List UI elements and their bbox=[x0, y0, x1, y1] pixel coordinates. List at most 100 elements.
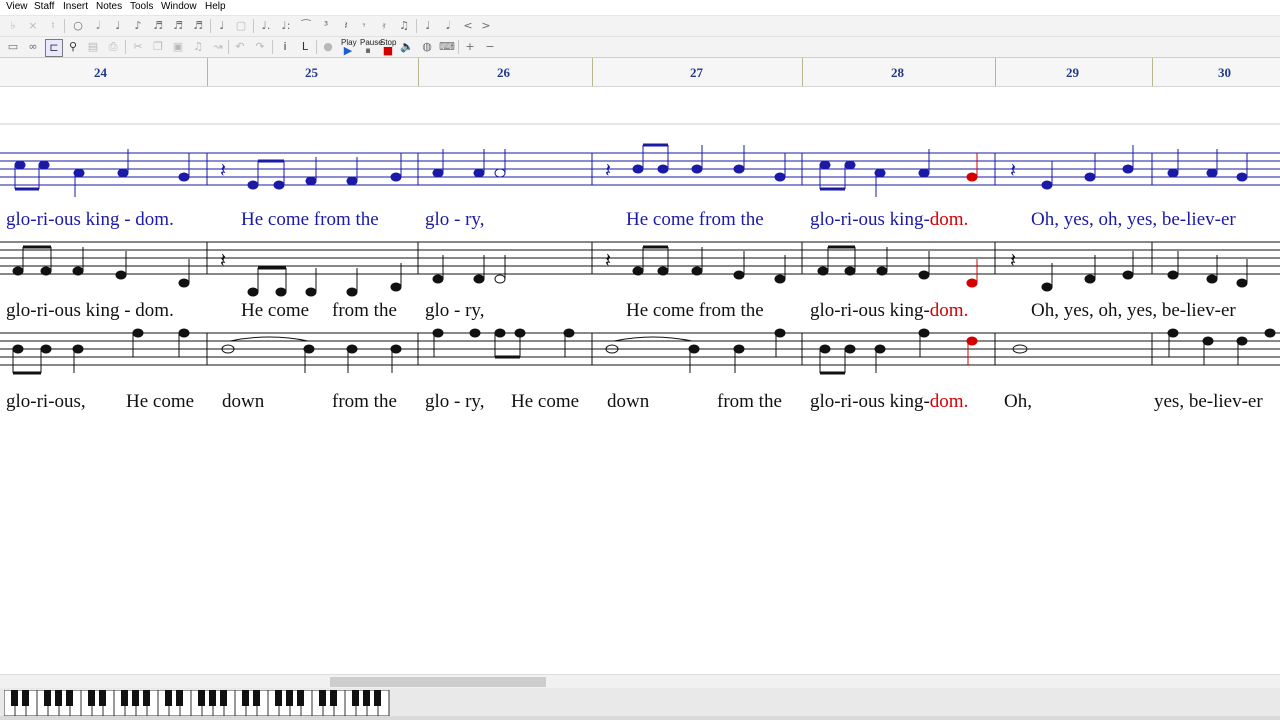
piano-black-key[interactable] bbox=[165, 690, 172, 706]
menu-insert[interactable]: Insert bbox=[63, 1, 88, 12]
piano-black-key[interactable] bbox=[66, 690, 73, 706]
lyric-syllables[interactable]: yes, be-liev-er bbox=[1154, 391, 1263, 413]
lyrics-icon[interactable]: L bbox=[297, 39, 313, 55]
piano-black-key[interactable] bbox=[297, 690, 304, 706]
rest-icon[interactable]: 𝄽 bbox=[338, 18, 354, 34]
measure-number[interactable]: 24 bbox=[94, 65, 107, 81]
measure-number[interactable]: 27 bbox=[690, 65, 703, 81]
play-icon[interactable]: ▶ bbox=[340, 43, 356, 59]
piano-black-key[interactable] bbox=[99, 690, 106, 706]
stem-down-icon[interactable]: 𝅘𝅥 bbox=[440, 18, 456, 34]
paste-icon[interactable]: ▣ bbox=[170, 39, 186, 55]
lyric-syllables[interactable]: glo - ry, bbox=[425, 300, 484, 322]
menu-tools[interactable]: Tools bbox=[130, 1, 153, 12]
menu-notes[interactable]: Notes bbox=[96, 1, 122, 12]
triplet-icon[interactable]: ³ bbox=[318, 18, 334, 34]
piano-black-key[interactable] bbox=[11, 690, 18, 706]
lyric-syllables[interactable]: glo-ri-ous king-dom. bbox=[810, 300, 968, 322]
eighth-rest-icon[interactable]: 𝄾 bbox=[356, 18, 372, 34]
piano-black-key[interactable] bbox=[319, 690, 326, 706]
natural-icon[interactable]: ♮ bbox=[45, 18, 61, 34]
zoom-in-icon[interactable]: + bbox=[462, 39, 478, 55]
quarter-note-icon[interactable]: ♩ bbox=[110, 18, 126, 34]
piano-black-key[interactable] bbox=[286, 690, 293, 706]
piano-black-key[interactable] bbox=[55, 690, 62, 706]
piano-black-key[interactable] bbox=[363, 690, 370, 706]
horizontal-scrollbar[interactable] bbox=[0, 674, 1280, 689]
measure-number[interactable]: 25 bbox=[305, 65, 318, 81]
decrescendo-icon[interactable]: > bbox=[478, 18, 494, 34]
blank-box-icon[interactable]: ▢ bbox=[233, 18, 249, 34]
piano-black-key[interactable] bbox=[242, 690, 249, 706]
half-note-icon[interactable]: 𝅗𝅥 bbox=[90, 18, 106, 34]
lyric-syllables[interactable]: down bbox=[607, 391, 649, 413]
undo-icon[interactable]: ↶ bbox=[232, 39, 248, 55]
zoom-icon[interactable]: ⚲ bbox=[65, 39, 81, 55]
sixty-fourth-note-icon[interactable]: ♬ bbox=[190, 18, 206, 34]
thirty-second-note-icon[interactable]: ♬ bbox=[170, 18, 186, 34]
double-sharp-icon[interactable]: × bbox=[25, 18, 41, 34]
lyric-syllables[interactable]: glo-ri-ous, bbox=[6, 391, 86, 413]
grace-note-icon[interactable]: ♩ bbox=[214, 18, 230, 34]
lyric-syllables[interactable]: from the bbox=[332, 300, 397, 322]
print-preview-icon[interactable]: ▤ bbox=[85, 39, 101, 55]
score-canvas[interactable]: 𝄽 𝄽 𝄽 𝄽 𝄽 𝄽 glo-ri-ous king - dom. He co… bbox=[0, 87, 1280, 687]
piano-black-key[interactable] bbox=[121, 690, 128, 706]
menu-staff[interactable]: Staff bbox=[34, 1, 54, 12]
piano-black-key[interactable] bbox=[88, 690, 95, 706]
insert-note-icon[interactable]: ♫ bbox=[190, 39, 206, 55]
copy-icon[interactable]: ❐ bbox=[150, 39, 166, 55]
lyric-syllables[interactable]: glo - ry, bbox=[425, 391, 484, 413]
record-icon[interactable]: ● bbox=[320, 39, 336, 55]
piano-black-key[interactable] bbox=[253, 690, 260, 706]
stop-icon[interactable]: ■ bbox=[380, 43, 396, 59]
measure-number[interactable]: 30 bbox=[1218, 65, 1231, 81]
tie-icon[interactable]: ⁀ bbox=[298, 18, 314, 34]
piano-black-key[interactable] bbox=[220, 690, 227, 706]
select-tool-icon[interactable]: ⊏ bbox=[45, 39, 63, 57]
lyric-syllables[interactable]: He come bbox=[126, 391, 194, 413]
piano-black-key[interactable] bbox=[176, 690, 183, 706]
piano-keys[interactable] bbox=[4, 690, 404, 718]
piano-black-key[interactable] bbox=[330, 690, 337, 706]
piano-black-key[interactable] bbox=[352, 690, 359, 706]
menu-help[interactable]: Help bbox=[205, 1, 226, 12]
flat-icon[interactable]: ♭ bbox=[5, 18, 21, 34]
piano-black-key[interactable] bbox=[209, 690, 216, 706]
menu-window[interactable]: Window bbox=[161, 1, 197, 12]
cut-icon[interactable]: ✂ bbox=[130, 39, 146, 55]
transpose-icon[interactable]: ↝ bbox=[210, 39, 226, 55]
glasses-icon[interactable]: ∞ bbox=[25, 39, 41, 55]
dotted-note-icon[interactable]: ♩. bbox=[258, 18, 274, 34]
lyric-syllables[interactable]: down bbox=[222, 391, 264, 413]
piano-black-key[interactable] bbox=[198, 690, 205, 706]
redo-icon[interactable]: ↷ bbox=[252, 39, 268, 55]
menu-view[interactable]: View bbox=[6, 1, 28, 12]
print-icon[interactable]: ⎙ bbox=[105, 39, 121, 55]
lyric-syllables[interactable]: glo-ri-ous king-dom. bbox=[810, 391, 968, 413]
zoom-out-icon[interactable]: − bbox=[482, 39, 498, 55]
chord-icon[interactable]: ♫ bbox=[396, 18, 412, 34]
lyric-syllables[interactable]: He come from the bbox=[626, 300, 764, 322]
lyric-syllables[interactable]: from the bbox=[717, 391, 782, 413]
measure-number[interactable]: 26 bbox=[497, 65, 510, 81]
keyboard-icon[interactable]: ⌨ bbox=[439, 39, 455, 55]
lyric-syllables[interactable]: He come from the bbox=[626, 209, 764, 231]
lyric-syllables[interactable]: He come bbox=[241, 300, 309, 322]
lyric-syllables[interactable]: glo-ri-ous king - dom. bbox=[6, 209, 174, 231]
piano-black-key[interactable] bbox=[132, 690, 139, 706]
lyric-syllables[interactable]: glo-ri-ous king - dom. bbox=[6, 300, 174, 322]
piano-black-key[interactable] bbox=[44, 690, 51, 706]
text-icon[interactable]: i bbox=[277, 39, 293, 55]
piano-black-key[interactable] bbox=[374, 690, 381, 706]
speaker-icon[interactable]: 🔈 bbox=[399, 39, 415, 55]
lyric-syllables[interactable]: He come from the bbox=[241, 209, 379, 231]
lyric-syllables[interactable]: Oh, yes, oh, yes, be-liev-er bbox=[1031, 300, 1236, 322]
sixteenth-rest-icon[interactable]: 𝄿 bbox=[376, 18, 392, 34]
sixteenth-note-icon[interactable]: ♬ bbox=[150, 18, 166, 34]
lyric-syllables[interactable]: He come bbox=[511, 391, 579, 413]
scrollbar-thumb[interactable] bbox=[330, 677, 546, 687]
piano-black-key[interactable] bbox=[275, 690, 282, 706]
open-file-icon[interactable]: ▭ bbox=[5, 39, 21, 55]
eighth-note-icon[interactable]: ♪ bbox=[130, 18, 146, 34]
